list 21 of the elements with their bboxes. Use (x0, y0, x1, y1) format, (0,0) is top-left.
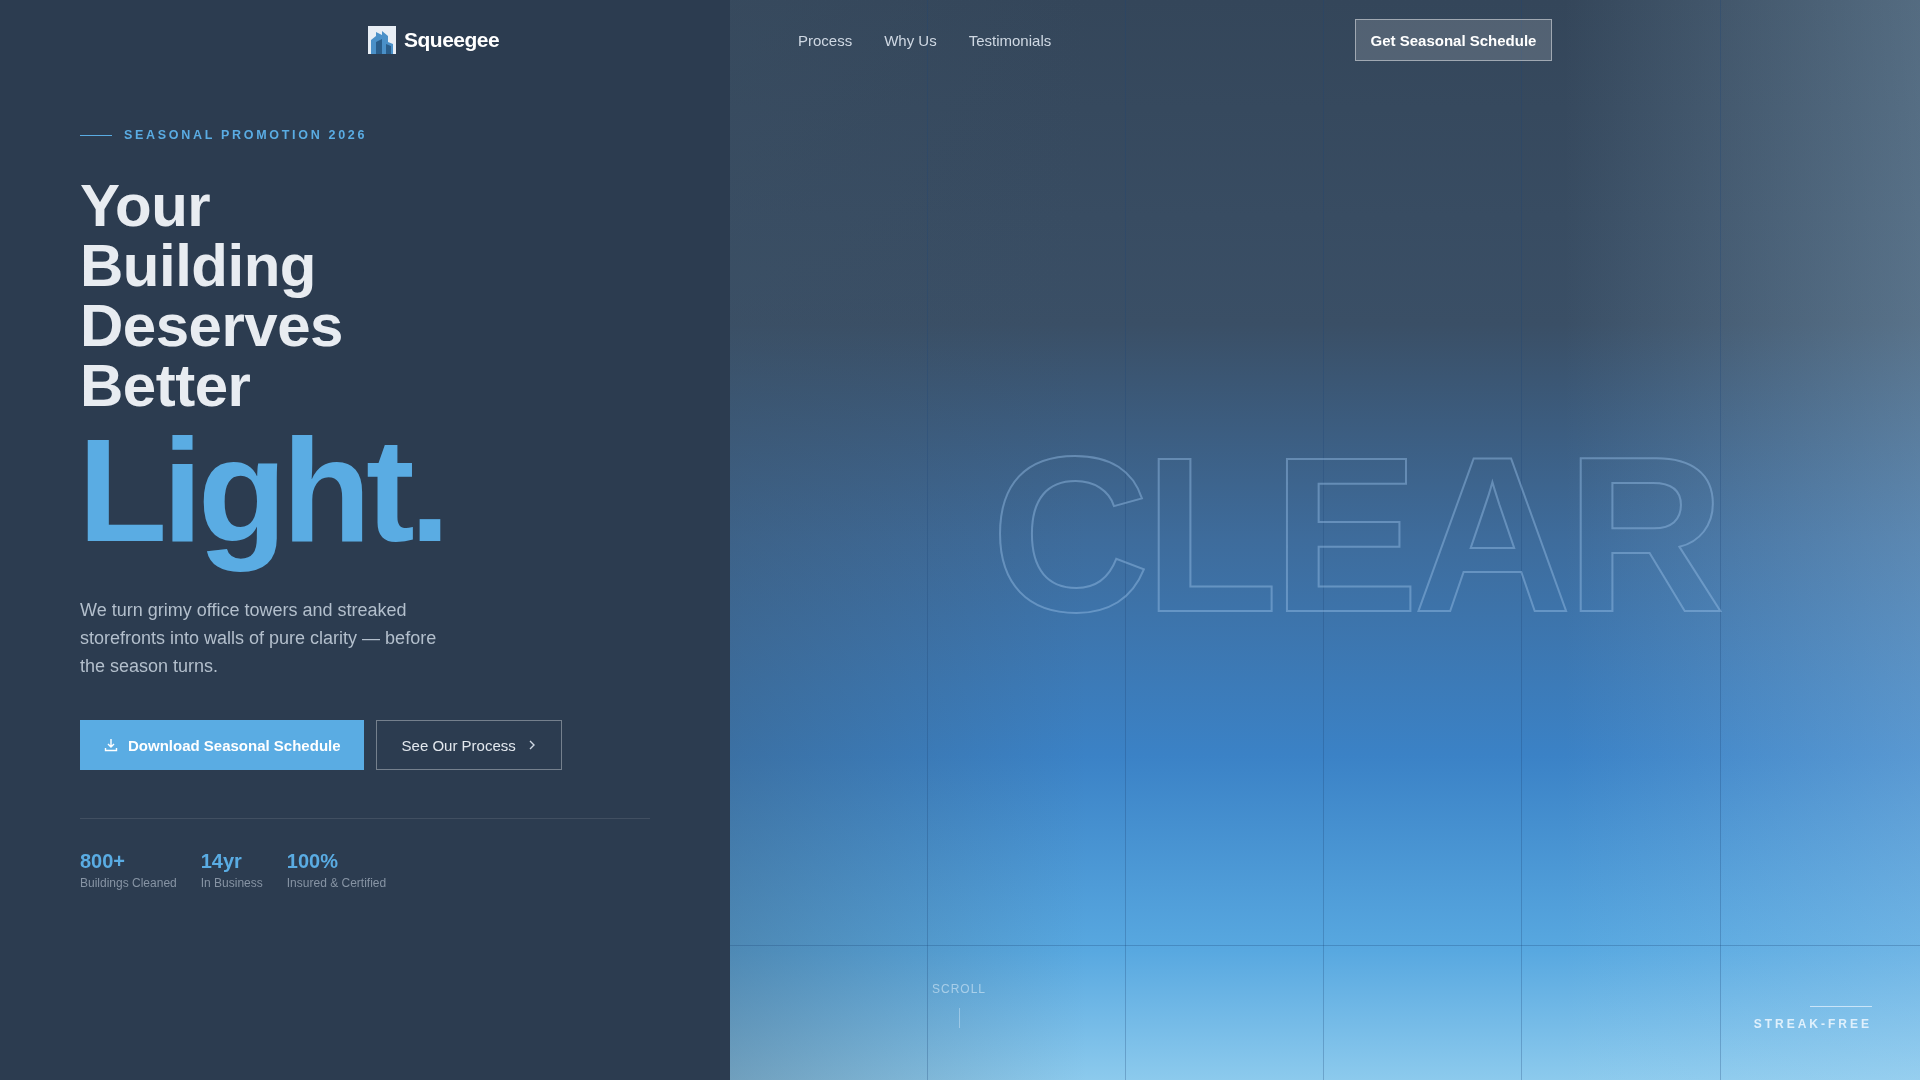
hero-description: We turn grimy office towers and streaked storefronts into walls of pure clarity — before the season turns. (80, 599, 438, 678)
nav-link[interactable]: Why Us (884, 31, 937, 49)
stat-value: 100% (286, 850, 338, 872)
download-icon (104, 738, 118, 752)
stat-value: 800+ (80, 850, 126, 872)
scroll-label: SCROLL (932, 982, 987, 996)
stat-label: Buildings Cleaned (80, 876, 177, 890)
nav-link[interactable]: Process (798, 31, 853, 49)
headline-line: Building (80, 236, 316, 296)
get-schedule-button[interactable]: Get Seasonal Schedule (1355, 19, 1552, 61)
stat-value: 14yr (200, 850, 242, 872)
nav-link[interactable]: Testimonials (968, 31, 1052, 49)
eyebrow-label: SEASONAL PROMOTION 2026 (124, 128, 368, 142)
brand-name: Squeegee (404, 28, 500, 52)
stat-label: In Business (200, 876, 263, 890)
see-process-button[interactable]: See Our Process (375, 720, 562, 770)
building-logo-icon (368, 26, 396, 54)
headline-line: Your (80, 176, 211, 236)
chevron-right-icon (527, 739, 536, 751)
stat-label: Insured & Certified (286, 876, 387, 890)
streak-free-label: STREAK-FREE (1753, 1017, 1872, 1031)
